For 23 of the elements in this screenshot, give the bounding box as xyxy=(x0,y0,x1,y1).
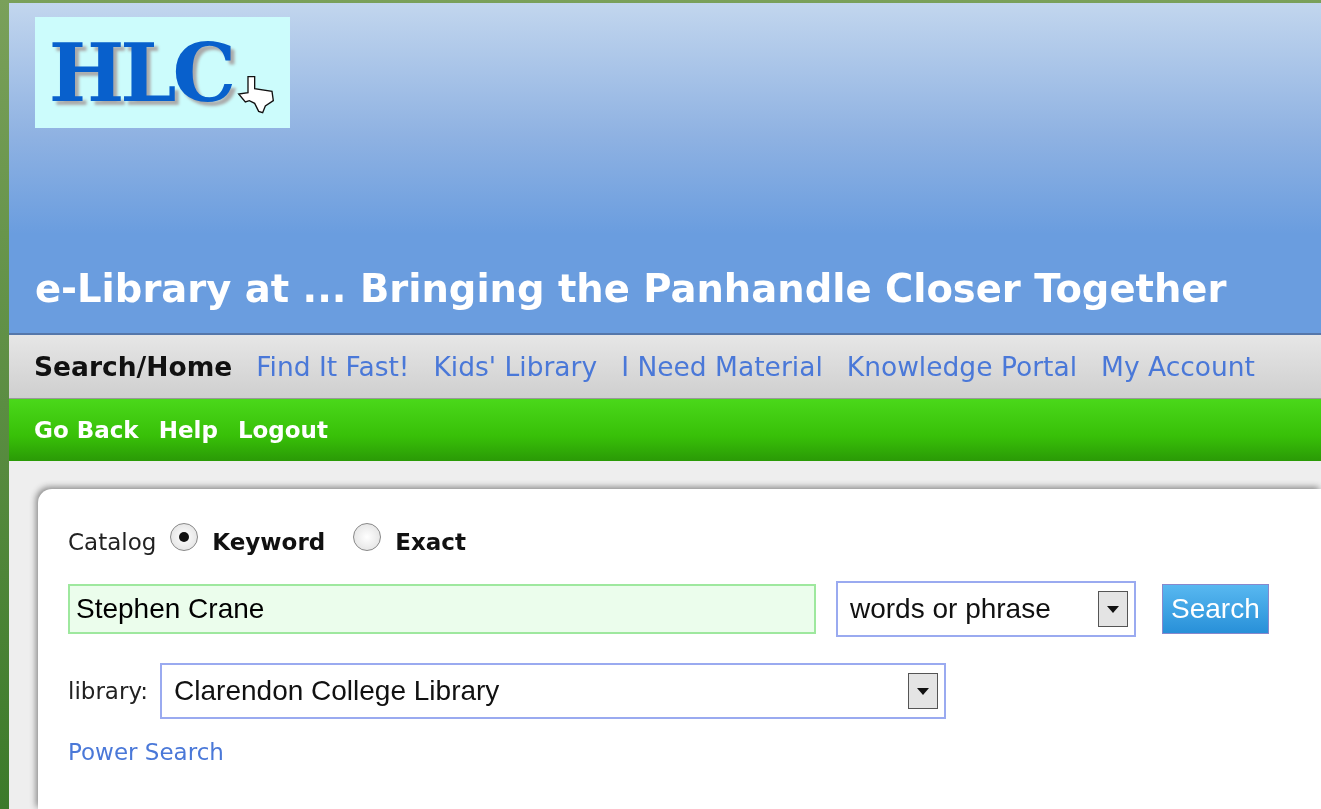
search-button[interactable]: Search xyxy=(1162,584,1269,634)
sub-nav-link[interactable]: Help xyxy=(158,417,218,443)
nav-link[interactable]: Search/Home xyxy=(34,351,233,382)
logo-text: HLC xyxy=(48,32,233,113)
nav-link[interactable]: Knowledge Portal xyxy=(846,351,1077,382)
nav-link[interactable]: I Need Material xyxy=(621,351,823,382)
library-label: library: xyxy=(68,678,149,704)
search-field[interactable]: Stephen Crane xyxy=(68,584,816,634)
match-dropdown[interactable]: words or phrase xyxy=(836,581,1136,637)
nav-link[interactable]: Find It Fast! xyxy=(256,351,410,382)
radio-button[interactable] xyxy=(170,523,199,551)
tagline: e-Library at ... Bringing the Panhandle Closer Together xyxy=(35,266,1228,311)
texas-icon xyxy=(236,74,277,114)
radio-label: Exact xyxy=(395,529,466,555)
radio-label: Keyword xyxy=(212,529,326,555)
catalog-label: Catalog xyxy=(68,529,157,555)
sub-nav-link[interactable]: Go Back xyxy=(34,417,139,443)
nav-link[interactable]: Kids' Library xyxy=(433,351,598,382)
radio-button[interactable] xyxy=(353,523,382,551)
library-dropdown[interactable]: Clarendon College Library xyxy=(160,663,947,719)
nav-link[interactable]: My Account xyxy=(1101,351,1255,382)
sub-nav-link[interactable]: Logout xyxy=(237,417,328,443)
power-search-link[interactable]: Power Search xyxy=(68,739,1321,765)
